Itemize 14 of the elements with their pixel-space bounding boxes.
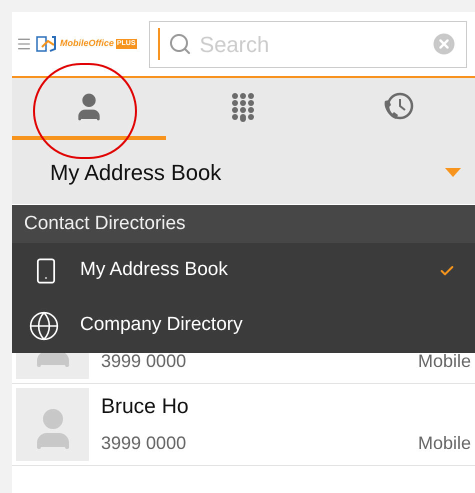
menu-item[interactable]: Company Directory <box>12 298 475 353</box>
contact-number: 3999 0000 <box>101 432 186 455</box>
phone-type: Mobile <box>418 350 471 373</box>
menu-icon[interactable] <box>16 36 32 52</box>
dropdown-caret-icon <box>445 168 461 176</box>
contact-number: 3999 0000 <box>101 350 186 373</box>
phone-type: Mobile <box>418 432 471 455</box>
contact-name: Bruce Ho <box>101 394 190 420</box>
dialpad-icon <box>231 92 256 122</box>
menu-item[interactable]: My Address Book <box>12 243 475 298</box>
search-icon <box>168 32 192 56</box>
globe-icon <box>28 310 60 342</box>
menu-header: Contact Directories <box>12 205 475 243</box>
contact-row[interactable]: Bruce Ho 3999 0000 Mobile <box>12 384 475 466</box>
